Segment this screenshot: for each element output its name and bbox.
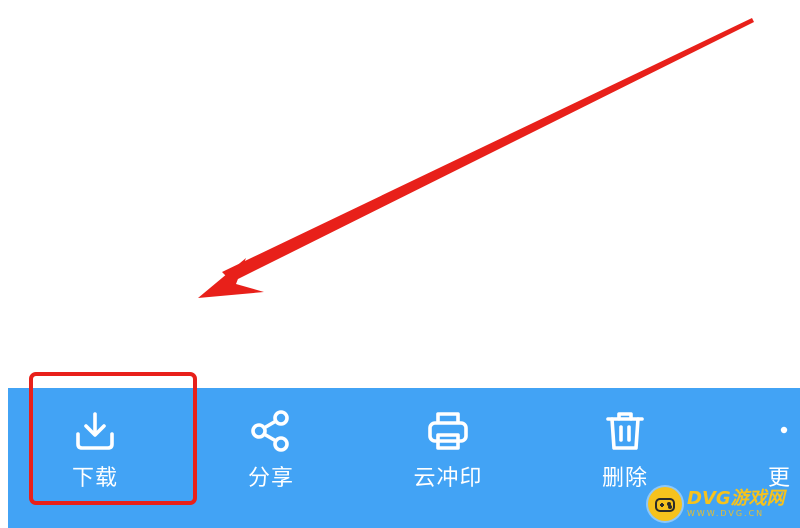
- delete-label: 删除: [601, 466, 648, 491]
- watermark-title: DVG游戏网: [687, 488, 785, 509]
- printer-icon: [425, 408, 471, 454]
- download-highlight-box: [29, 372, 197, 505]
- cloud-print-button[interactable]: 云冲印: [383, 388, 513, 508]
- share-label: 分享: [247, 466, 294, 491]
- watermark-subtitle: WWW.DVG.CN: [687, 509, 765, 518]
- watermark-text: DVG游戏网 WWW.DVG.CN: [687, 489, 785, 519]
- share-icon: [248, 408, 294, 454]
- more-icon: [768, 408, 800, 454]
- annotation-arrow: [198, 18, 754, 298]
- cloud-print-label: 云冲印: [413, 466, 483, 491]
- gamepad-icon: [648, 487, 682, 521]
- share-button[interactable]: 分享: [206, 388, 336, 508]
- trash-icon: [602, 408, 648, 454]
- watermark: DVG游戏网 WWW.DVG.CN: [648, 484, 798, 524]
